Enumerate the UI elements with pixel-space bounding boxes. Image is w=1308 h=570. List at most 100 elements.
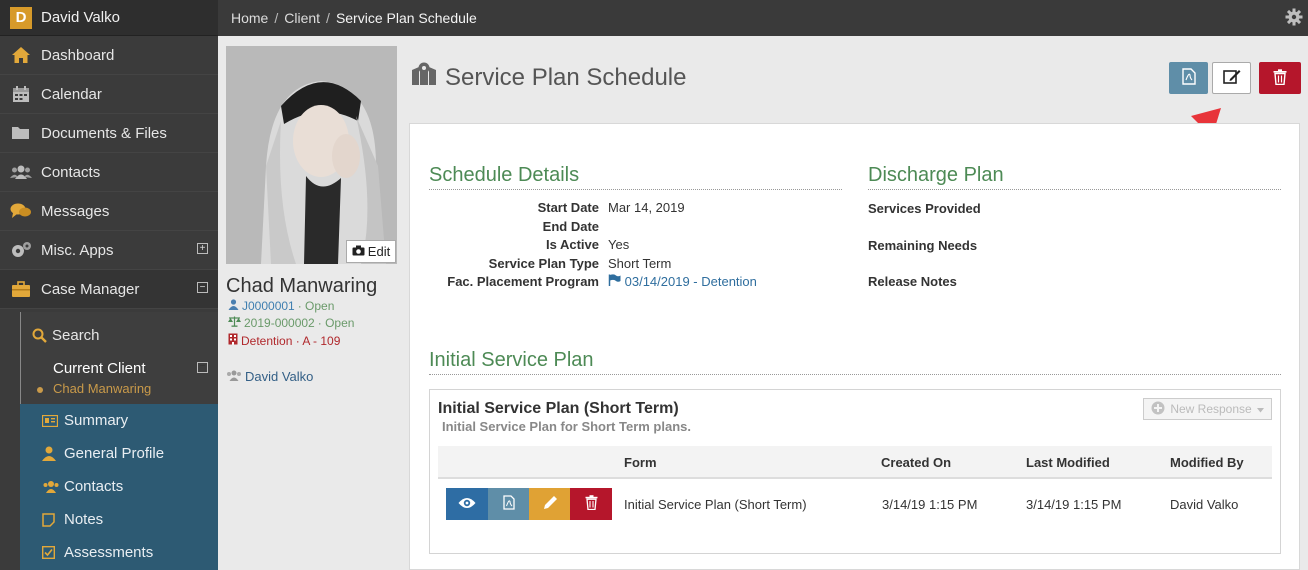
breadcrumb: Home / Client / Service Plan Schedule bbox=[218, 0, 1308, 36]
user-menu[interactable]: D David Valko bbox=[0, 0, 218, 36]
collapse-icon[interactable]: − bbox=[197, 362, 208, 373]
pdf-icon bbox=[503, 495, 515, 513]
nav-calendar[interactable]: Calendar bbox=[0, 75, 218, 114]
client-name: Chad Manwaring bbox=[226, 275, 378, 297]
nav-client-contacts[interactable]: Contacts bbox=[20, 470, 218, 503]
nav-notes[interactable]: Notes bbox=[20, 503, 218, 536]
trash-icon bbox=[585, 495, 598, 513]
users-icon bbox=[42, 480, 60, 493]
home-icon bbox=[10, 46, 32, 64]
nav-search[interactable]: Search bbox=[20, 320, 218, 350]
nav-label: Documents & Files bbox=[41, 124, 167, 142]
breadcrumb-separator: / bbox=[274, 10, 279, 26]
edit-label: Edit bbox=[367, 244, 391, 259]
table-header bbox=[438, 446, 1272, 479]
detail-label: Fac. Placement Program bbox=[447, 274, 599, 289]
users-icon bbox=[10, 163, 32, 181]
cell-created-on: 3/14/19 1:15 PM bbox=[882, 497, 978, 512]
nav-case-manager[interactable]: Case Manager − bbox=[0, 270, 218, 309]
schedule-details-heading: Schedule Details bbox=[429, 164, 842, 190]
nav-label: Notes bbox=[64, 511, 104, 528]
case2-status: · Open bbox=[317, 316, 355, 330]
column-created-on[interactable]: Created On bbox=[881, 455, 951, 470]
page-title-text: Service Plan Schedule bbox=[445, 63, 687, 91]
gear-icon[interactable] bbox=[1285, 8, 1303, 26]
column-last-modified[interactable]: Last Modified bbox=[1026, 455, 1110, 470]
detail-row: Fac. Placement Program 03/14/2019 - Dete… bbox=[429, 273, 757, 292]
page-title: Service Plan Schedule bbox=[411, 62, 686, 93]
nav-assessments[interactable]: Assessments bbox=[20, 536, 218, 569]
camera-icon bbox=[352, 244, 365, 259]
brand-logo: D bbox=[10, 6, 32, 29]
nav-label: Summary bbox=[64, 412, 129, 429]
column-modified-by[interactable]: Modified By bbox=[1170, 455, 1244, 470]
breadcrumb-current: Service Plan Schedule bbox=[335, 10, 477, 26]
remaining-needs-label: Remaining Needs bbox=[868, 238, 978, 253]
detail-value: Short Term bbox=[608, 255, 672, 271]
pdf-icon bbox=[1181, 68, 1196, 88]
breadcrumb-client[interactable]: Client bbox=[284, 10, 320, 26]
case-line-2[interactable]: 2019-000002 · Open bbox=[228, 316, 354, 330]
nav-label: Assessments bbox=[64, 544, 154, 561]
checkbox-icon bbox=[42, 546, 60, 559]
expand-icon[interactable]: + bbox=[197, 243, 208, 254]
nav-dashboard[interactable]: Dashboard bbox=[0, 36, 218, 75]
detail-value: Yes bbox=[608, 237, 630, 252]
cell-form: Initial Service Plan (Short Term) bbox=[624, 497, 807, 512]
nav-messages[interactable]: Messages bbox=[0, 192, 218, 231]
client-dot bbox=[37, 387, 43, 393]
case-line-1[interactable]: J0000001 · Open bbox=[228, 299, 334, 313]
client-photo bbox=[226, 46, 397, 264]
new-response-button[interactable]: New Response bbox=[1143, 398, 1272, 420]
column-form[interactable]: Form bbox=[624, 455, 657, 470]
row-delete-button[interactable] bbox=[570, 488, 612, 520]
delete-button[interactable] bbox=[1259, 62, 1301, 94]
new-response-label: New Response bbox=[1170, 402, 1252, 416]
case2-id[interactable]: 2019-000002 bbox=[244, 316, 315, 330]
nav-label: General Profile bbox=[64, 445, 165, 462]
detail-label: Start Date bbox=[537, 200, 599, 215]
case1-id[interactable]: J0000001 bbox=[242, 299, 295, 313]
map-marker-icon bbox=[411, 62, 437, 93]
placement-program-link[interactable]: 03/14/2019 - Detention bbox=[625, 274, 757, 289]
pencil-icon bbox=[542, 495, 558, 514]
nav-misc-apps[interactable]: Misc. Apps + bbox=[0, 231, 218, 270]
case-worker[interactable]: David Valko bbox=[226, 369, 313, 384]
comments-icon bbox=[10, 202, 32, 220]
detail-row: Is Active Yes bbox=[429, 236, 757, 255]
export-pdf-button[interactable] bbox=[1169, 62, 1208, 94]
worker-name[interactable]: David Valko bbox=[245, 369, 313, 384]
row-pdf-button[interactable] bbox=[488, 488, 530, 520]
detail-label: Service Plan Type bbox=[488, 255, 599, 271]
scale-icon bbox=[228, 316, 241, 330]
nav-label: Contacts bbox=[41, 163, 101, 181]
nav-documents[interactable]: Documents & Files bbox=[0, 114, 218, 153]
nav-search-label: Search bbox=[52, 326, 100, 344]
collapse-icon[interactable]: − bbox=[197, 282, 208, 293]
placement-line[interactable]: Detention · A - 109 bbox=[228, 333, 340, 348]
detail-row: Start Date Mar 14, 2019 bbox=[429, 199, 757, 218]
cogs-icon bbox=[10, 241, 32, 259]
eye-icon bbox=[458, 497, 476, 512]
edit-photo-button[interactable]: Edit bbox=[346, 240, 396, 263]
users-icon bbox=[226, 369, 242, 384]
trash-icon bbox=[1273, 68, 1287, 88]
user-icon bbox=[228, 299, 239, 313]
nav-label: Dashboard bbox=[41, 46, 115, 64]
current-client[interactable]: Current Client Chad Manwaring − bbox=[20, 356, 218, 404]
services-provided-label: Services Provided bbox=[868, 201, 981, 216]
breadcrumb-home[interactable]: Home bbox=[231, 10, 268, 26]
nav-label: Case Manager bbox=[41, 280, 140, 298]
nav-summary[interactable]: Summary bbox=[20, 404, 218, 437]
release-notes-label: Release Notes bbox=[868, 274, 957, 289]
folder-icon bbox=[10, 124, 32, 142]
row-edit-button[interactable] bbox=[529, 488, 571, 520]
edit-button[interactable] bbox=[1212, 62, 1251, 94]
nav-contacts[interactable]: Contacts bbox=[0, 153, 218, 192]
search-icon bbox=[32, 328, 47, 343]
detail-label: Is Active bbox=[546, 237, 599, 252]
nav-general-profile[interactable]: General Profile bbox=[20, 437, 218, 470]
view-button[interactable] bbox=[446, 488, 488, 520]
cell-last-modified: 3/14/19 1:15 PM bbox=[1026, 497, 1122, 512]
client-submenu: Summary General Profile Contacts Notes A… bbox=[20, 404, 218, 570]
